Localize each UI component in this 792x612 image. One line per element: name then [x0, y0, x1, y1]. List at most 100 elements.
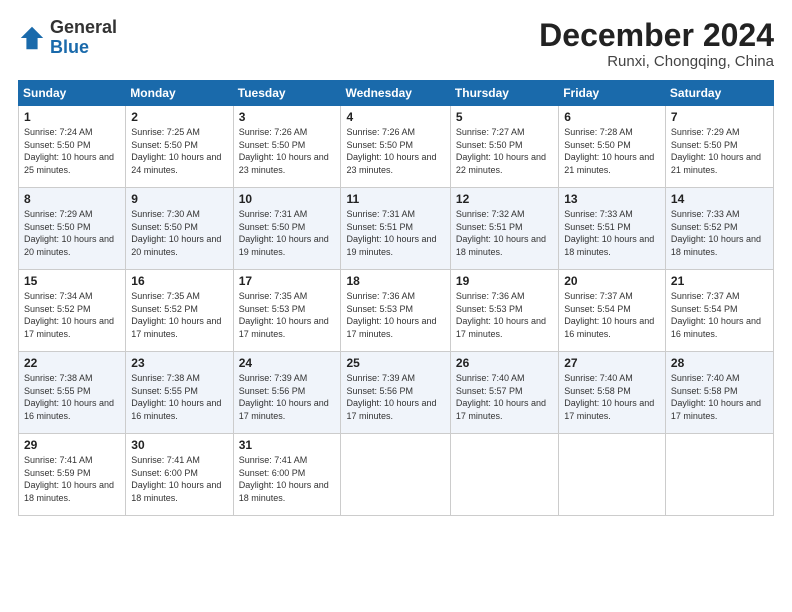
- day-info: Sunrise: 7:36 AMSunset: 5:53 PMDaylight:…: [346, 290, 444, 340]
- day-number: 17: [239, 274, 336, 288]
- day-number: 9: [131, 192, 227, 206]
- day-number: 26: [456, 356, 553, 370]
- calendar-day-cell: 10 Sunrise: 7:31 AMSunset: 5:50 PMDayligh…: [233, 188, 341, 270]
- weekday-header-row: Sunday Monday Tuesday Wednesday Thursday…: [19, 81, 774, 106]
- calendar-day-cell: 3Sunrise: 7:26 AMSunset: 5:50 PMDaylight…: [233, 106, 341, 188]
- day-number: 21: [671, 274, 768, 288]
- calendar-day-cell: 24 Sunrise: 7:39 AMSunset: 5:56 PMDayligh…: [233, 352, 341, 434]
- calendar-day-cell: 15Sunrise: 7:34 AMSunset: 5:52 PMDayligh…: [19, 270, 126, 352]
- calendar-day-cell: 9 Sunrise: 7:30 AMSunset: 5:50 PMDaylight…: [126, 188, 233, 270]
- calendar-week-row: 22Sunrise: 7:38 AMSunset: 5:55 PMDayligh…: [19, 352, 774, 434]
- logo-blue: Blue: [50, 37, 89, 57]
- col-friday: Friday: [559, 81, 666, 106]
- day-info: Sunrise: 7:35 AMSunset: 5:53 PMDaylight:…: [239, 290, 336, 340]
- day-number: 1: [24, 110, 120, 124]
- day-info: Sunrise: 7:32 AMSunset: 5:51 PMDaylight:…: [456, 208, 553, 258]
- calendar-day-cell: 20 Sunrise: 7:37 AMSunset: 5:54 PMDayligh…: [559, 270, 666, 352]
- col-wednesday: Wednesday: [341, 81, 450, 106]
- calendar-day-cell: 6Sunrise: 7:28 AMSunset: 5:50 PMDaylight…: [559, 106, 666, 188]
- calendar-day-cell: [450, 434, 558, 516]
- calendar-day-cell: 19 Sunrise: 7:36 AMSunset: 5:53 PMDayligh…: [450, 270, 558, 352]
- day-number: 2: [131, 110, 227, 124]
- day-number: 16: [131, 274, 227, 288]
- day-info: Sunrise: 7:35 AMSunset: 5:52 PMDaylight:…: [131, 290, 227, 340]
- calendar-day-cell: 26 Sunrise: 7:40 AMSunset: 5:57 PMDayligh…: [450, 352, 558, 434]
- day-number: 25: [346, 356, 444, 370]
- day-number: 3: [239, 110, 336, 124]
- day-number: 6: [564, 110, 660, 124]
- day-number: 23: [131, 356, 227, 370]
- logo-text: General Blue: [50, 18, 117, 58]
- header: General Blue December 2024 Runxi, Chongq…: [18, 18, 774, 70]
- calendar-table: Sunday Monday Tuesday Wednesday Thursday…: [18, 80, 774, 516]
- calendar-day-cell: 16 Sunrise: 7:35 AMSunset: 5:52 PMDayligh…: [126, 270, 233, 352]
- day-info: Sunrise: 7:40 AMSunset: 5:57 PMDaylight:…: [456, 372, 553, 422]
- day-number: 8: [24, 192, 120, 206]
- logo: General Blue: [18, 18, 117, 58]
- calendar-day-cell: 5 Sunrise: 7:27 AMSunset: 5:50 PMDaylight…: [450, 106, 558, 188]
- calendar-day-cell: 17 Sunrise: 7:35 AMSunset: 5:53 PMDayligh…: [233, 270, 341, 352]
- day-info: Sunrise: 7:39 AMSunset: 5:56 PMDaylight:…: [239, 372, 336, 422]
- day-info: Sunrise: 7:24 AMSunset: 5:50 PMDaylight:…: [24, 126, 120, 176]
- day-info: Sunrise: 7:40 AMSunset: 5:58 PMDaylight:…: [564, 372, 660, 422]
- calendar-day-cell: 31 Sunrise: 7:41 AMSunset: 6:00 PMDayligh…: [233, 434, 341, 516]
- calendar-day-cell: 12 Sunrise: 7:32 AMSunset: 5:51 PMDayligh…: [450, 188, 558, 270]
- day-number: 4: [346, 110, 444, 124]
- day-info: Sunrise: 7:33 AMSunset: 5:51 PMDaylight:…: [564, 208, 660, 258]
- calendar-day-cell: [341, 434, 450, 516]
- day-info: Sunrise: 7:26 AMSunset: 5:50 PMDaylight:…: [346, 126, 444, 176]
- col-tuesday: Tuesday: [233, 81, 341, 106]
- logo-icon: [18, 24, 46, 52]
- calendar-day-cell: 27Sunrise: 7:40 AMSunset: 5:58 PMDayligh…: [559, 352, 666, 434]
- title-block: December 2024 Runxi, Chongqing, China: [539, 18, 774, 70]
- day-number: 18: [346, 274, 444, 288]
- month-title: December 2024: [539, 18, 774, 53]
- day-number: 5: [456, 110, 553, 124]
- day-info: Sunrise: 7:40 AMSunset: 5:58 PMDaylight:…: [671, 372, 768, 422]
- day-info: Sunrise: 7:29 AMSunset: 5:50 PMDaylight:…: [671, 126, 768, 176]
- location-title: Runxi, Chongqing, China: [539, 53, 774, 70]
- calendar-week-row: 15Sunrise: 7:34 AMSunset: 5:52 PMDayligh…: [19, 270, 774, 352]
- day-info: Sunrise: 7:37 AMSunset: 5:54 PMDaylight:…: [671, 290, 768, 340]
- col-saturday: Saturday: [665, 81, 773, 106]
- day-number: 20: [564, 274, 660, 288]
- day-info: Sunrise: 7:31 AMSunset: 5:50 PMDaylight:…: [239, 208, 336, 258]
- day-info: Sunrise: 7:41 AMSunset: 5:59 PMDaylight:…: [24, 454, 120, 504]
- calendar-day-cell: 1 Sunrise: 7:24 AMSunset: 5:50 PMDaylight…: [19, 106, 126, 188]
- day-info: Sunrise: 7:37 AMSunset: 5:54 PMDaylight:…: [564, 290, 660, 340]
- calendar-day-cell: 23 Sunrise: 7:38 AMSunset: 5:55 PMDayligh…: [126, 352, 233, 434]
- day-info: Sunrise: 7:30 AMSunset: 5:50 PMDaylight:…: [131, 208, 227, 258]
- calendar-day-cell: 14 Sunrise: 7:33 AMSunset: 5:52 PMDayligh…: [665, 188, 773, 270]
- calendar-week-row: 8Sunrise: 7:29 AMSunset: 5:50 PMDaylight…: [19, 188, 774, 270]
- day-info: Sunrise: 7:36 AMSunset: 5:53 PMDaylight:…: [456, 290, 553, 340]
- calendar-day-cell: 8Sunrise: 7:29 AMSunset: 5:50 PMDaylight…: [19, 188, 126, 270]
- day-number: 24: [239, 356, 336, 370]
- day-number: 7: [671, 110, 768, 124]
- day-number: 15: [24, 274, 120, 288]
- calendar-day-cell: 13Sunrise: 7:33 AMSunset: 5:51 PMDayligh…: [559, 188, 666, 270]
- col-thursday: Thursday: [450, 81, 558, 106]
- day-info: Sunrise: 7:25 AMSunset: 5:50 PMDaylight:…: [131, 126, 227, 176]
- calendar-day-cell: 11Sunrise: 7:31 AMSunset: 5:51 PMDayligh…: [341, 188, 450, 270]
- day-info: Sunrise: 7:41 AMSunset: 6:00 PMDaylight:…: [239, 454, 336, 504]
- col-monday: Monday: [126, 81, 233, 106]
- day-info: Sunrise: 7:38 AMSunset: 5:55 PMDaylight:…: [131, 372, 227, 422]
- calendar-day-cell: [665, 434, 773, 516]
- day-info: Sunrise: 7:33 AMSunset: 5:52 PMDaylight:…: [671, 208, 768, 258]
- calendar-day-cell: 4 Sunrise: 7:26 AMSunset: 5:50 PMDaylight…: [341, 106, 450, 188]
- calendar-day-cell: 18 Sunrise: 7:36 AMSunset: 5:53 PMDayligh…: [341, 270, 450, 352]
- day-info: Sunrise: 7:27 AMSunset: 5:50 PMDaylight:…: [456, 126, 553, 176]
- col-sunday: Sunday: [19, 81, 126, 106]
- day-number: 30: [131, 438, 227, 452]
- day-number: 19: [456, 274, 553, 288]
- calendar-day-cell: [559, 434, 666, 516]
- day-number: 12: [456, 192, 553, 206]
- day-info: Sunrise: 7:31 AMSunset: 5:51 PMDaylight:…: [346, 208, 444, 258]
- day-number: 31: [239, 438, 336, 452]
- day-info: Sunrise: 7:39 AMSunset: 5:56 PMDaylight:…: [346, 372, 444, 422]
- day-number: 10: [239, 192, 336, 206]
- calendar-day-cell: 21 Sunrise: 7:37 AMSunset: 5:54 PMDayligh…: [665, 270, 773, 352]
- day-number: 14: [671, 192, 768, 206]
- calendar-day-cell: 25 Sunrise: 7:39 AMSunset: 5:56 PMDayligh…: [341, 352, 450, 434]
- calendar-day-cell: 2 Sunrise: 7:25 AMSunset: 5:50 PMDaylight…: [126, 106, 233, 188]
